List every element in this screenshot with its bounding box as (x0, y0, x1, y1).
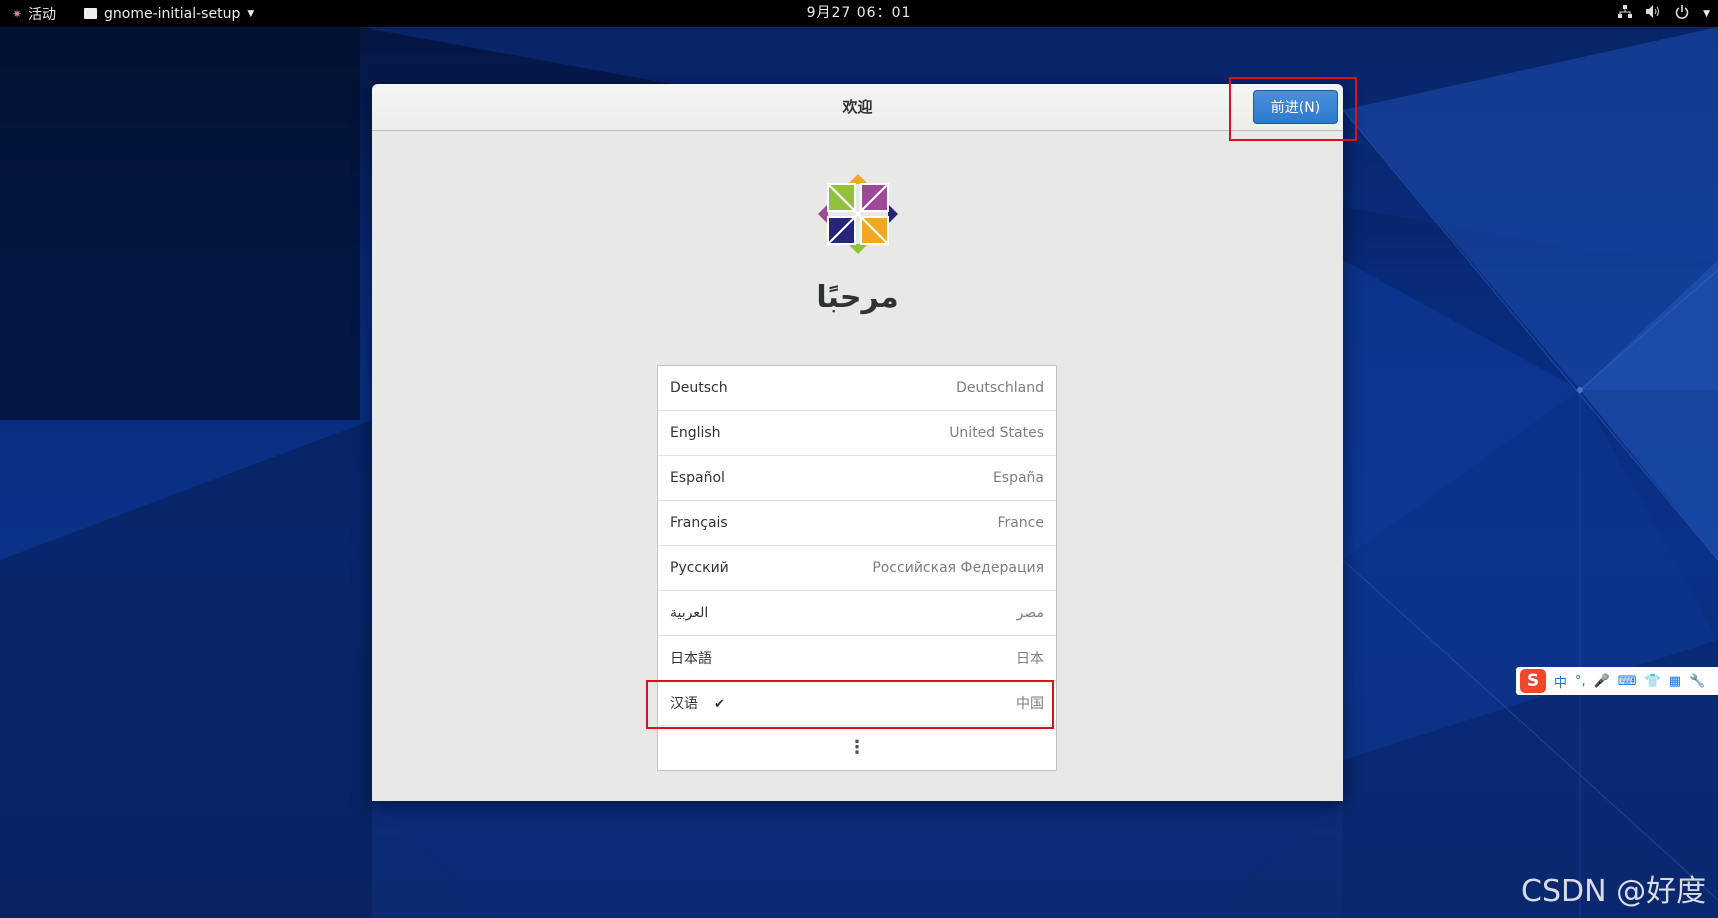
ime-toolbar[interactable]: S 中 °, 🎤 ⌨ 👕 ▦ 🔧 (1516, 667, 1718, 695)
language-name: Русский (670, 560, 729, 576)
language-name: 汉语 (670, 696, 698, 712)
language-row[interactable]: Français France (658, 501, 1056, 546)
language-name-wrap: Español (670, 470, 725, 486)
language-name-wrap: Deutsch (670, 380, 728, 396)
settings-icon[interactable]: 🔧 (1689, 674, 1705, 689)
language-row[interactable]: 汉语 ✔ 中国 (658, 681, 1056, 726)
language-row[interactable]: العربية مصر (658, 591, 1056, 636)
clock-wrap: 9月27 06：01 (0, 0, 1718, 27)
centos-logo-icon (818, 174, 898, 254)
ime-mode-toggle[interactable]: 中 (1554, 672, 1567, 691)
language-row[interactable]: Español España (658, 456, 1056, 501)
volume-icon (1646, 5, 1661, 22)
language-name-wrap: Русский (670, 560, 729, 576)
next-button[interactable]: 前进(N) (1253, 90, 1338, 124)
system-tray[interactable]: ▼ (1618, 0, 1710, 27)
skin-icon[interactable]: 👕 (1645, 674, 1661, 689)
language-name: English (670, 425, 721, 441)
microphone-icon[interactable]: 🎤 (1594, 674, 1610, 689)
language-name-wrap: 日本語 (670, 648, 712, 668)
language-name: Français (670, 515, 728, 531)
language-name-wrap: 汉语 ✔ (670, 693, 725, 713)
language-region: 日本 (1016, 651, 1044, 667)
language-list: Deutsch Deutschland English United States Es… (657, 365, 1057, 771)
language-name-wrap: English (670, 425, 721, 441)
clock[interactable]: 9月27 06：01 (807, 5, 912, 21)
language-row[interactable]: 日本語 日本 (658, 636, 1056, 681)
toolbox-icon[interactable]: ▦ (1669, 674, 1681, 689)
top-bar: ✷ 活动 gnome-initial-setup ▼ 9月27 06：01 ▼ (0, 0, 1718, 27)
sogou-logo-icon: S (1520, 669, 1546, 693)
language-name: العربية (670, 605, 709, 621)
centos-logo-icon: ✷ (12, 6, 23, 21)
welcome-heading: مرحبًا (816, 280, 899, 315)
language-region: France (997, 515, 1044, 531)
power-icon (1675, 4, 1689, 23)
language-region: مصر (1016, 605, 1044, 621)
language-name-wrap: Français (670, 515, 728, 531)
activities-button[interactable]: ✷ 活动 (12, 0, 56, 27)
language-name-wrap: العربية (670, 605, 708, 621)
keyboard-icon[interactable]: ⌨ (1618, 674, 1637, 689)
app-menu[interactable]: gnome-initial-setup ▼ (84, 0, 254, 27)
activities-label: 活动 (28, 6, 57, 23)
language-row[interactable]: Русский Российская Федерация (658, 546, 1056, 591)
language-region: United States (949, 425, 1044, 441)
initial-setup-window: 欢迎 前进(N) مرحبًا Deutsch Deutschland Englis… (372, 84, 1343, 801)
language-name: Español (670, 470, 725, 486)
language-name: 日本語 (670, 651, 712, 667)
language-region: Deutschland (956, 380, 1044, 396)
checkmark-icon: ✔ (714, 697, 725, 712)
more-languages-button[interactable]: ⋮ (658, 726, 1056, 769)
language-row[interactable]: English United States (658, 411, 1056, 456)
network-wired-icon (1618, 5, 1633, 22)
language-row[interactable]: Deutsch Deutschland (658, 366, 1056, 411)
header-bar: 欢迎 前进(N) (372, 84, 1343, 131)
app-menu-label: gnome-initial-setup (104, 5, 241, 22)
language-name: Deutsch (670, 380, 728, 396)
chevron-down-icon: ▼ (1703, 8, 1710, 19)
watermark: CSDN @好度 (1521, 874, 1707, 909)
language-region: España (992, 470, 1044, 486)
language-region: 中国 (1016, 696, 1044, 712)
window-icon (84, 8, 97, 19)
language-region: Российская Федерация (872, 560, 1044, 576)
chevron-down-icon: ▼ (247, 8, 255, 19)
window-title: 欢迎 (842, 98, 873, 116)
ime-punct-toggle[interactable]: °, (1575, 674, 1586, 689)
